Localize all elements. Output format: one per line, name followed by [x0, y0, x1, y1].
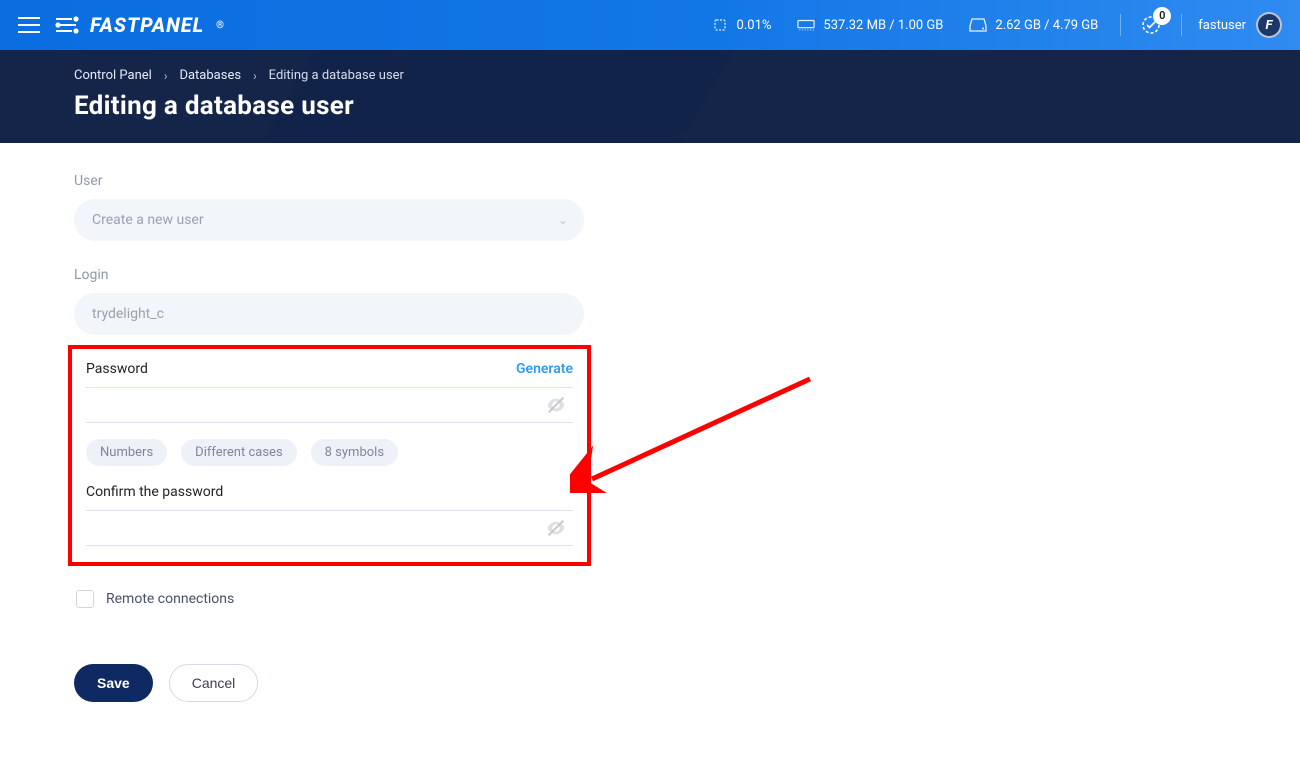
disk-icon: [969, 18, 987, 32]
login-label: Login: [74, 267, 584, 283]
cancel-button[interactable]: Cancel: [169, 664, 259, 702]
user-select[interactable]: Create a new user ⌄: [74, 199, 584, 241]
password-label: Password: [86, 361, 148, 377]
page-title: Editing a database user: [74, 91, 1226, 121]
user-select-placeholder: Create a new user: [92, 212, 204, 228]
eye-off-icon[interactable]: [545, 394, 567, 416]
ram-icon: [797, 18, 815, 32]
password-hints: Numbers Different cases 8 symbols: [86, 439, 573, 466]
chevron-right-icon: ›: [253, 69, 257, 83]
remote-connections-label: Remote connections: [106, 591, 234, 607]
login-value: trydelight_c: [92, 306, 164, 322]
brand-logo[interactable]: FASTPANEL ®: [54, 13, 225, 37]
subheader: Control Panel › Databases › Editing a da…: [0, 50, 1300, 143]
chip-numbers: Numbers: [86, 439, 167, 466]
password-highlight-box: Password Generate Numbers Different case…: [68, 345, 591, 566]
confirm-password-input[interactable]: [86, 510, 573, 546]
cpu-value: 0.01%: [737, 18, 772, 33]
user-menu[interactable]: fastuser F: [1198, 12, 1282, 38]
confirm-password-label: Confirm the password: [86, 484, 573, 500]
brand-mark: ®: [216, 20, 225, 31]
breadcrumb-current: Editing a database user: [269, 68, 404, 83]
topbar: FASTPANEL ® 0.01% 537.32 MB / 1.00 GB 2.…: [0, 0, 1300, 50]
ram-stat[interactable]: 537.32 MB / 1.00 GB: [791, 18, 949, 33]
ram-value: 537.32 MB / 1.00 GB: [823, 18, 943, 33]
user-label: User: [74, 173, 584, 189]
password-input[interactable]: [86, 387, 573, 423]
separator: [1120, 14, 1121, 36]
notifications-badge: 0: [1153, 7, 1171, 25]
eye-off-icon[interactable]: [545, 517, 567, 539]
brand-text: FASTPANEL: [90, 13, 204, 37]
cpu-stat[interactable]: 0.01%: [705, 18, 778, 33]
breadcrumb-item[interactable]: Databases: [179, 68, 241, 83]
menu-toggle-icon[interactable]: [18, 17, 40, 33]
cpu-icon: [711, 18, 729, 32]
disk-value: 2.62 GB / 4.79 GB: [995, 18, 1098, 33]
breadcrumb: Control Panel › Databases › Editing a da…: [74, 68, 1226, 83]
remote-connections-row: Remote connections: [74, 590, 584, 608]
save-button[interactable]: Save: [74, 664, 153, 702]
form: User Create a new user ⌄ Login trydeligh…: [74, 173, 584, 702]
annotation-arrow: [570, 373, 830, 493]
avatar: F: [1256, 12, 1282, 38]
separator: [1181, 14, 1182, 36]
notifications-button[interactable]: 0: [1137, 11, 1165, 39]
breadcrumb-item[interactable]: Control Panel: [74, 68, 152, 83]
login-input[interactable]: trydelight_c: [74, 293, 584, 335]
generate-password-link[interactable]: Generate: [516, 361, 573, 377]
chip-cases: Different cases: [181, 439, 297, 466]
username: fastuser: [1198, 18, 1246, 33]
brand-glyph-icon: [54, 15, 80, 35]
chip-length: 8 symbols: [311, 439, 398, 466]
chevron-right-icon: ›: [164, 69, 168, 83]
remote-connections-checkbox[interactable]: [76, 590, 94, 608]
chevron-down-icon: ⌄: [558, 213, 568, 227]
disk-stat[interactable]: 2.62 GB / 4.79 GB: [963, 18, 1104, 33]
